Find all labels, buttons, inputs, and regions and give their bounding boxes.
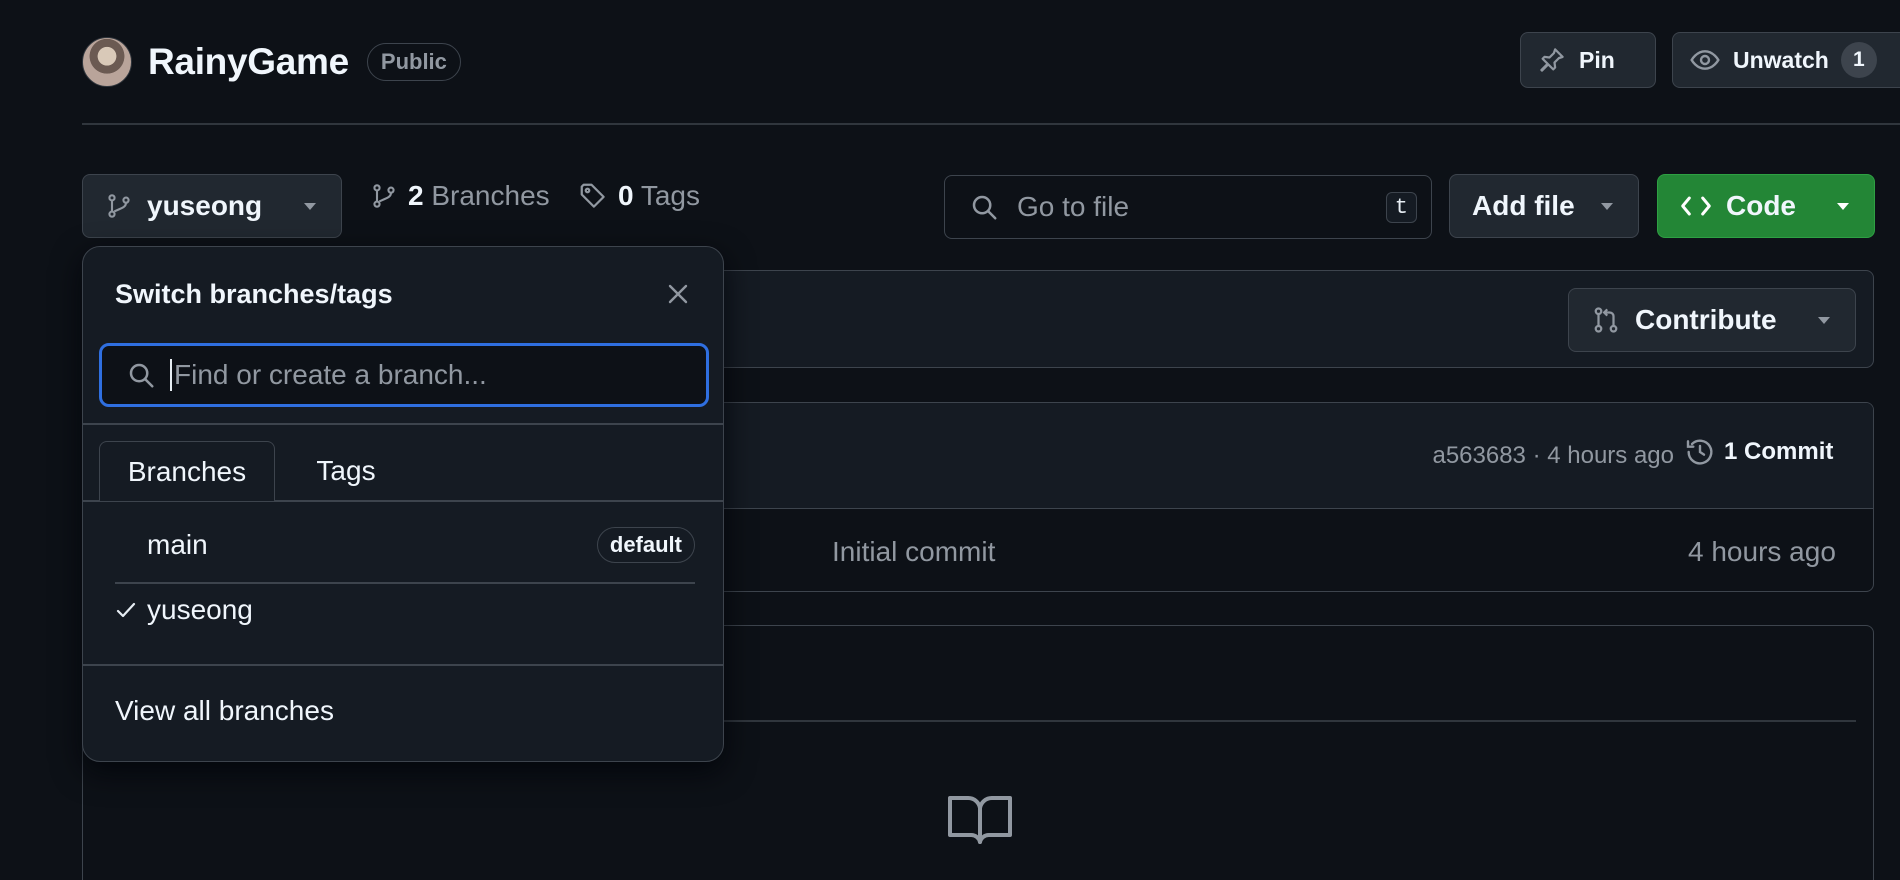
chevron-down-icon [1815, 314, 1833, 326]
branches-label: Branches [431, 180, 550, 211]
code-button[interactable]: Code [1657, 174, 1875, 238]
branches-count: 2 [408, 180, 424, 211]
branch-switcher-dropdown: Switch branches/tags Branches Tags main … [82, 246, 724, 762]
code-label: Code [1726, 190, 1796, 221]
text-cursor [170, 359, 172, 391]
latest-commit-meta: a563683 · 4 hours ago [1432, 442, 1674, 469]
go-to-file-search[interactable]: t [944, 175, 1432, 239]
header-divider [82, 123, 1900, 125]
tags-label: Tags [640, 180, 701, 211]
dropdown-divider [83, 423, 723, 425]
branch-name: yuseong [147, 594, 253, 625]
pin-button[interactable]: Pin [1520, 32, 1656, 88]
contribute-label: Contribute [1635, 304, 1777, 335]
search-icon [126, 360, 156, 390]
check-icon [115, 599, 147, 621]
repo-header: RainyGame Public [82, 36, 461, 88]
dropdown-footer-divider [83, 664, 723, 666]
branch-name: main [147, 529, 208, 560]
dropdown-title: Switch branches/tags [115, 279, 393, 309]
contribute-button[interactable]: Contribute [1568, 288, 1856, 352]
git-branch-icon [105, 192, 133, 220]
commit-time: 4 hours ago [1547, 442, 1674, 469]
current-branch-label: yuseong [147, 190, 263, 221]
go-to-file-input[interactable] [1017, 191, 1386, 223]
history-icon [1684, 436, 1716, 468]
unwatch-button[interactable]: Unwatch 1 [1672, 32, 1900, 88]
chevron-down-icon [1598, 200, 1616, 212]
keyboard-shortcut-hint: t [1385, 191, 1417, 223]
chevron-down-icon [301, 200, 319, 212]
code-icon [1680, 192, 1712, 220]
commit-hash[interactable]: a563683 [1432, 442, 1525, 469]
eye-icon [1689, 44, 1721, 76]
branch-search-field[interactable] [99, 343, 709, 407]
watch-count: 1 [1840, 42, 1877, 78]
add-file-button[interactable]: Add file [1449, 174, 1639, 238]
commits-count-label: 1 Commit [1724, 438, 1834, 465]
file-commit-message[interactable]: Initial commit [832, 536, 995, 568]
default-badge: default [596, 527, 695, 563]
view-all-branches-link[interactable]: View all branches [115, 695, 334, 727]
pin-label: Pin [1579, 46, 1615, 73]
chevron-down-icon [1834, 200, 1852, 212]
tags-count: 0 [618, 180, 634, 211]
branches-link[interactable]: 2 Branches [370, 180, 550, 212]
repo-title[interactable]: RainyGame [148, 41, 349, 83]
search-icon [969, 192, 999, 222]
avatar[interactable] [82, 37, 132, 87]
branch-search-input[interactable] [174, 359, 690, 391]
close-icon[interactable] [661, 277, 695, 311]
branch-item-yuseong[interactable]: yuseong [115, 582, 695, 638]
pull-request-icon [1591, 305, 1621, 335]
file-commit-time: 4 hours ago [1688, 536, 1836, 567]
add-file-label: Add file [1472, 190, 1575, 221]
tab-branches[interactable]: Branches [99, 441, 275, 501]
visibility-badge: Public [366, 43, 461, 81]
pin-icon [1537, 45, 1567, 75]
tag-icon [578, 181, 608, 211]
unwatch-label: Unwatch [1733, 46, 1829, 73]
commits-link[interactable]: 1 Commit [1684, 436, 1833, 468]
git-branch-icon [370, 182, 398, 210]
tags-link[interactable]: 0 Tags [578, 180, 700, 212]
tab-tags[interactable]: Tags [279, 441, 413, 501]
book-icon [946, 792, 1014, 846]
branch-item-main[interactable]: main default [115, 517, 695, 573]
branch-select-button[interactable]: yuseong [82, 174, 342, 238]
